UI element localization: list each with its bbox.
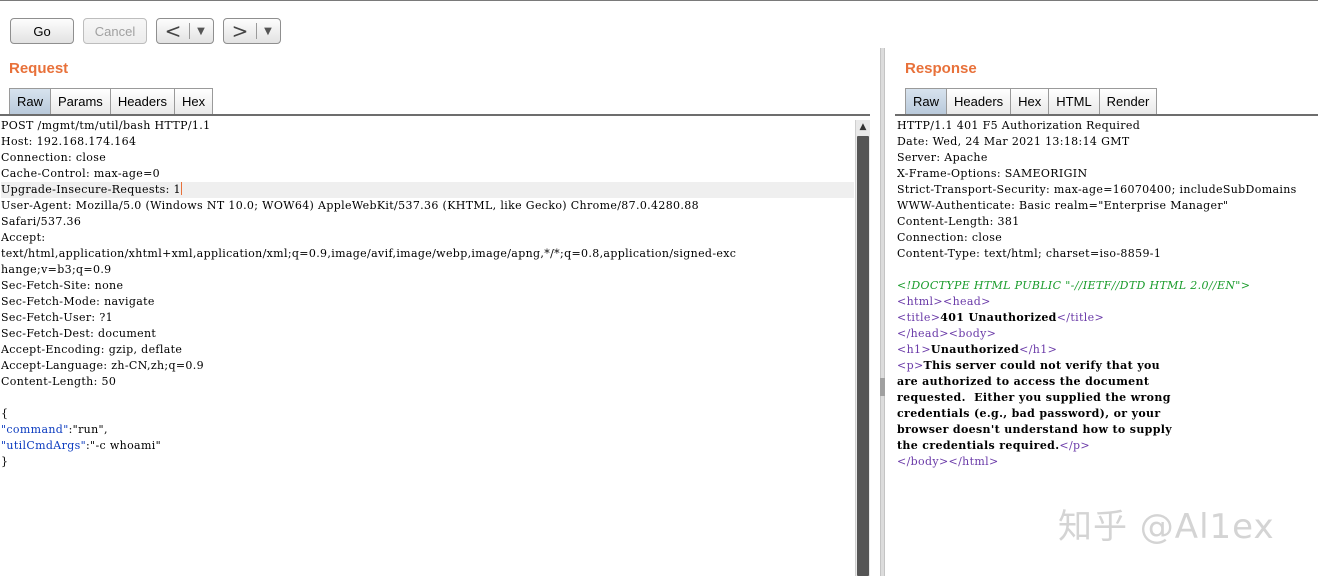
request-tab-underline <box>0 114 870 116</box>
html-paragraph-line: credentials (e.g., bad password), or you… <box>897 407 1161 420</box>
scrollbar-thumb[interactable] <box>857 136 869 576</box>
response-header-line: Content-Type: text/html; charset=iso-885… <box>897 247 1162 260</box>
scroll-up-arrow-icon[interactable]: ▲ <box>856 120 870 134</box>
html-paragraph-line: the credentials required. <box>897 439 1060 452</box>
html-tag: </p> <box>1059 439 1090 452</box>
request-line: Connection: close <box>1 151 107 164</box>
html-paragraph-line: browser doesn't understand how to supply <box>897 423 1173 436</box>
request-line: Sec-Fetch-Mode: navigate <box>1 295 155 308</box>
request-editor[interactable]: POST /mgmt/tm/util/bash HTTP/1.1 Host: 1… <box>1 118 854 470</box>
response-tab-underline <box>895 114 1318 116</box>
response-header-line: HTTP/1.1 401 F5 Authorization Required <box>897 119 1141 132</box>
request-line: POST /mgmt/tm/util/bash HTTP/1.1 <box>1 119 211 132</box>
forward-dropdown-icon[interactable]: ▼ <box>257 26 279 37</box>
html-doctype: <!DOCTYPE HTML PUBLIC "-//IETF//DTD HTML… <box>897 279 1251 292</box>
response-tab-raw[interactable]: Raw <box>905 88 948 114</box>
pane-splitter[interactable] <box>880 48 885 576</box>
json-brace-close: } <box>1 455 9 468</box>
response-tabs: Raw Headers Hex HTML Render <box>905 88 1158 114</box>
go-button[interactable]: Go <box>10 18 74 44</box>
html-tag: <head> <box>943 295 991 308</box>
request-tab-params[interactable]: Params <box>50 88 111 114</box>
html-tag: <html> <box>897 295 943 308</box>
json-key-command: "command" <box>1 423 69 436</box>
request-line: Safari/537.36 <box>1 215 82 228</box>
request-tab-raw[interactable]: Raw <box>9 88 52 114</box>
cancel-button-label: Cancel <box>94 23 136 39</box>
html-h1-text: Unauthorized <box>930 343 1020 356</box>
html-tag: <title> <box>897 311 941 324</box>
window-top-border <box>0 0 1318 1</box>
back-dropdown-icon[interactable]: ▼ <box>190 26 212 37</box>
response-header-line: Strict-Transport-Security: max-age=16070… <box>897 183 1297 196</box>
html-tag: <p> <box>897 359 924 372</box>
html-tag: <body> <box>948 327 997 340</box>
response-header-line: WWW-Authenticate: Basic realm="Enterpris… <box>897 199 1229 212</box>
request-line: User-Agent: Mozilla/5.0 (Windows NT 10.0… <box>1 199 699 212</box>
html-tag: </head> <box>897 327 949 340</box>
chevron-right-icon: > <box>231 19 249 43</box>
response-title: Response <box>905 60 977 77</box>
current-line-highlight: Upgrade-Insecure-Requests: 1 <box>1 182 854 198</box>
forward-button[interactable]: > ▼ <box>223 18 281 44</box>
request-line: text/html,application/xhtml+xml,applicat… <box>1 247 737 260</box>
html-tag: </h1> <box>1019 343 1058 356</box>
request-line: Sec-Fetch-Dest: document <box>1 327 157 340</box>
html-tag: </title> <box>1056 311 1105 324</box>
request-line: Accept-Encoding: gzip, deflate <box>1 343 183 356</box>
back-button[interactable]: < ▼ <box>156 18 214 44</box>
response-tab-html[interactable]: HTML <box>1048 88 1100 114</box>
json-value-utilcmdargs: :"-c whoami" <box>86 439 162 452</box>
request-scrollbar[interactable]: ▲ <box>855 120 870 576</box>
response-header-line: Connection: close <box>897 231 1003 244</box>
html-title-text: 401 Unauthorized <box>940 311 1057 324</box>
splitter-grip[interactable] <box>880 378 885 396</box>
response-tab-hex[interactable]: Hex <box>1010 88 1050 114</box>
response-header-line: Server: Apache <box>897 151 988 164</box>
request-line: hange;v=b3;q=0.9 <box>1 263 112 276</box>
cancel-button[interactable]: Cancel <box>83 18 147 44</box>
html-paragraph-line: This server could not verify that you <box>923 359 1161 372</box>
request-line: Host: 192.168.174.164 <box>1 135 137 148</box>
json-brace-open: { <box>1 407 9 420</box>
html-paragraph-line: requested. Either you supplied the wrong <box>897 391 1171 404</box>
request-line: Sec-Fetch-Site: none <box>1 279 124 292</box>
request-line: Accept-Language: zh-CN,zh;q=0.9 <box>1 359 204 372</box>
request-line: Cache-Control: max-age=0 <box>1 167 161 180</box>
html-tag: </html> <box>948 455 999 468</box>
go-button-label: Go <box>33 23 51 39</box>
request-line: Accept: <box>1 231 46 244</box>
request-tabs: Raw Params Headers Hex <box>9 88 214 114</box>
html-tag: <h1> <box>897 343 931 356</box>
watermark: 知乎 @Al1ex <box>1058 507 1275 547</box>
request-line: Upgrade-Insecure-Requests: 1 <box>1 183 181 196</box>
request-tab-hex[interactable]: Hex <box>173 88 214 114</box>
html-tag: </body> <box>897 455 949 468</box>
response-tab-headers[interactable]: Headers <box>946 88 1012 114</box>
response-header-line: Content-Length: 381 <box>897 215 1020 228</box>
response-viewer[interactable]: HTTP/1.1 401 F5 Authorization Required D… <box>897 118 1318 470</box>
text-cursor <box>180 182 182 195</box>
json-key-utilcmdargs: "utilCmdArgs" <box>1 439 86 452</box>
html-paragraph-line: are authorized to access the document <box>897 375 1150 388</box>
request-title: Request <box>9 60 69 77</box>
response-header-line: X-Frame-Options: SAMEORIGIN <box>897 167 1088 180</box>
request-line: Content-Length: 50 <box>1 375 117 388</box>
json-value-command: :"run", <box>68 423 108 436</box>
response-header-line: Date: Wed, 24 Mar 2021 13:18:14 GMT <box>897 135 1130 148</box>
request-line: Sec-Fetch-User: ?1 <box>1 311 113 324</box>
request-tab-headers[interactable]: Headers <box>109 88 175 114</box>
chevron-left-icon: < <box>164 19 182 43</box>
response-tab-render[interactable]: Render <box>1098 88 1158 114</box>
